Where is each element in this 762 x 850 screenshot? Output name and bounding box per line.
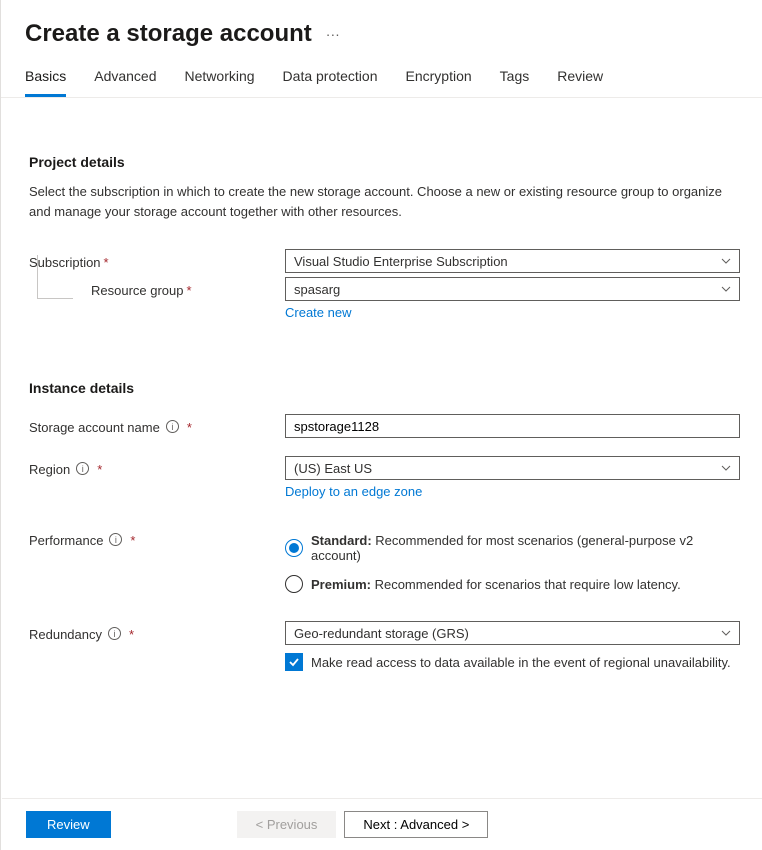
command-bar-overflow-icon[interactable]: ··· — [326, 26, 340, 42]
required-indicator: * — [130, 533, 135, 548]
tab-tags[interactable]: Tags — [500, 64, 530, 97]
read-access-label: Make read access to data available in th… — [311, 655, 731, 670]
wizard-tabs: Basics Advanced Networking Data protecti… — [1, 64, 762, 98]
required-indicator: * — [187, 420, 192, 435]
storage-account-name-input[interactable] — [285, 414, 740, 438]
create-new-link[interactable]: Create new — [285, 305, 351, 320]
resource-group-dropdown[interactable]: spasarg — [285, 277, 740, 301]
info-icon[interactable]: i — [166, 420, 179, 433]
previous-button: < Previous — [237, 811, 337, 838]
performance-label: Performance i * — [29, 527, 285, 599]
resource-group-label: Resource group* — [91, 283, 192, 298]
region-dropdown[interactable]: (US) East US — [285, 456, 740, 480]
review-button[interactable]: Review — [26, 811, 111, 838]
tab-advanced[interactable]: Advanced — [94, 64, 156, 97]
deploy-edge-zone-link[interactable]: Deploy to an edge zone — [285, 484, 422, 499]
info-icon[interactable]: i — [109, 533, 122, 546]
performance-premium-label: Premium: Recommended for scenarios that … — [311, 577, 681, 592]
required-indicator: * — [129, 627, 134, 642]
performance-premium-radio[interactable] — [285, 575, 303, 593]
section-title-project-details: Project details — [29, 154, 740, 170]
next-button[interactable]: Next : Advanced > — [344, 811, 488, 838]
required-indicator: * — [187, 283, 192, 298]
tab-data-protection[interactable]: Data protection — [283, 64, 378, 97]
redundancy-dropdown[interactable]: Geo-redundant storage (GRS) — [285, 621, 740, 645]
section-title-instance-details: Instance details — [29, 380, 740, 396]
page-title: Create a storage account — [25, 20, 312, 48]
performance-standard-label: Standard: Recommended for most scenarios… — [311, 533, 740, 563]
redundancy-label: Redundancy i * — [29, 621, 285, 671]
tab-networking[interactable]: Networking — [185, 64, 255, 97]
check-icon — [288, 656, 300, 668]
read-access-checkbox[interactable] — [285, 653, 303, 671]
required-indicator: * — [104, 255, 109, 270]
tab-review[interactable]: Review — [557, 64, 603, 97]
required-indicator: * — [97, 462, 102, 477]
section-desc-project-details: Select the subscription in which to crea… — [29, 182, 740, 221]
subscription-dropdown[interactable]: Visual Studio Enterprise Subscription — [285, 249, 740, 273]
tab-encryption[interactable]: Encryption — [406, 64, 472, 97]
region-label: Region i * — [29, 456, 285, 499]
info-icon[interactable]: i — [108, 627, 121, 640]
tab-basics[interactable]: Basics — [25, 64, 66, 97]
performance-standard-radio[interactable] — [285, 539, 303, 557]
info-icon[interactable]: i — [76, 462, 89, 475]
storage-account-name-label: Storage account name i * — [29, 414, 285, 438]
tree-connector — [37, 255, 73, 299]
